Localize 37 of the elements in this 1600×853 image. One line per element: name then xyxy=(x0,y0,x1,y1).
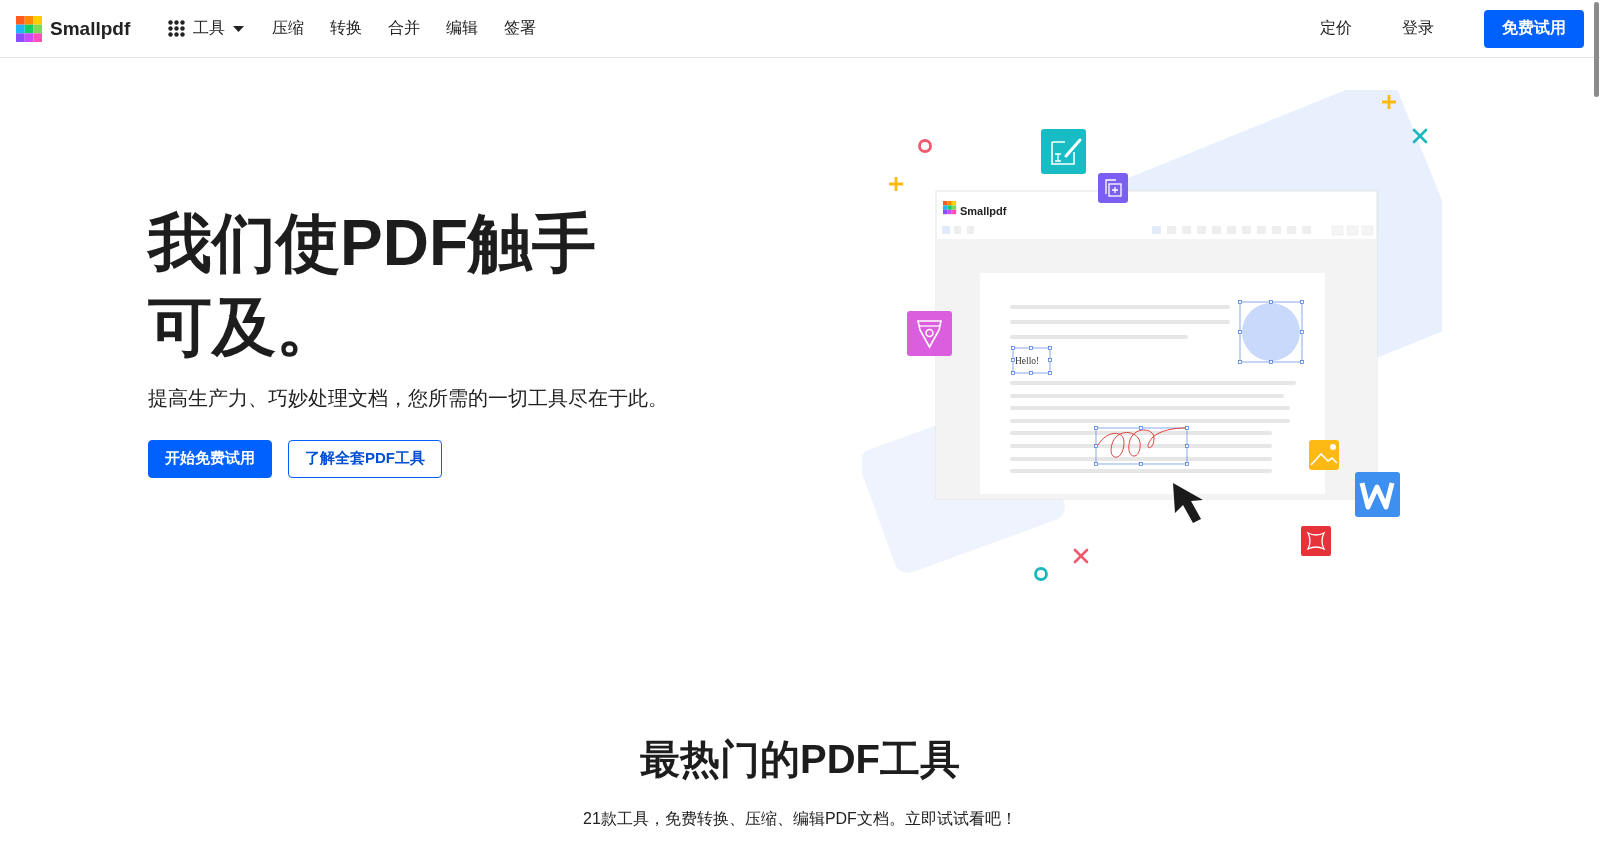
ring-decoration xyxy=(1034,567,1048,581)
explore-tools-button[interactable]: 了解全套PDF工具 xyxy=(288,439,442,478)
tools-menu-button[interactable]: 工具 xyxy=(168,18,245,39)
edit-text-icon xyxy=(1041,129,1086,174)
logo-text: Smallpdf xyxy=(50,17,131,40)
hero-heading: 我们使PDF触手可及。 xyxy=(148,206,597,365)
pen-nib-icon xyxy=(907,311,952,356)
grid-icon xyxy=(168,20,186,37)
app-title: Smallpdf xyxy=(960,205,1007,217)
section-heading: 最热门的PDF工具 xyxy=(639,736,961,783)
nav-link[interactable]: 转换 xyxy=(330,18,363,39)
hero-subtitle: 提高生产力、巧妙处理文档，您所需的一切工具尽在于此。 xyxy=(148,385,669,411)
nav-link[interactable]: 编辑 xyxy=(446,18,479,39)
plus-decoration xyxy=(887,175,905,193)
nav-link[interactable]: 定价 xyxy=(1320,18,1352,39)
ring-decoration xyxy=(918,139,932,153)
cross-decoration xyxy=(1412,128,1428,144)
caret-icon xyxy=(233,25,245,32)
nav-link[interactable]: 登录 xyxy=(1402,18,1434,39)
text-box-selection xyxy=(1011,346,1052,375)
scrollbar[interactable] xyxy=(1594,2,1599,97)
word-document-icon xyxy=(1355,472,1400,517)
logo-icon xyxy=(943,201,957,215)
image-icon xyxy=(1309,440,1339,470)
copy-pages-icon xyxy=(1098,173,1128,203)
cursor-icon xyxy=(1173,483,1203,523)
nav-link[interactable]: 签署 xyxy=(504,18,537,39)
free-trial-button[interactable]: 免费试用 xyxy=(1484,9,1584,48)
logo-icon xyxy=(16,15,42,42)
section-subtitle: 21款工具，免费转换、压缩、编辑PDF文档。立即试试看吧！ xyxy=(582,809,1018,829)
cross-decoration xyxy=(1073,548,1089,564)
plus-decoration xyxy=(1380,93,1398,111)
crop-frame-icon xyxy=(1301,526,1331,556)
nav-link[interactable]: 压缩 xyxy=(272,18,305,39)
text-box-text: Hello! xyxy=(1015,356,1040,366)
start-trial-button[interactable]: 开始免费试用 xyxy=(148,439,272,478)
nav-link[interactable]: 合并 xyxy=(388,18,421,39)
